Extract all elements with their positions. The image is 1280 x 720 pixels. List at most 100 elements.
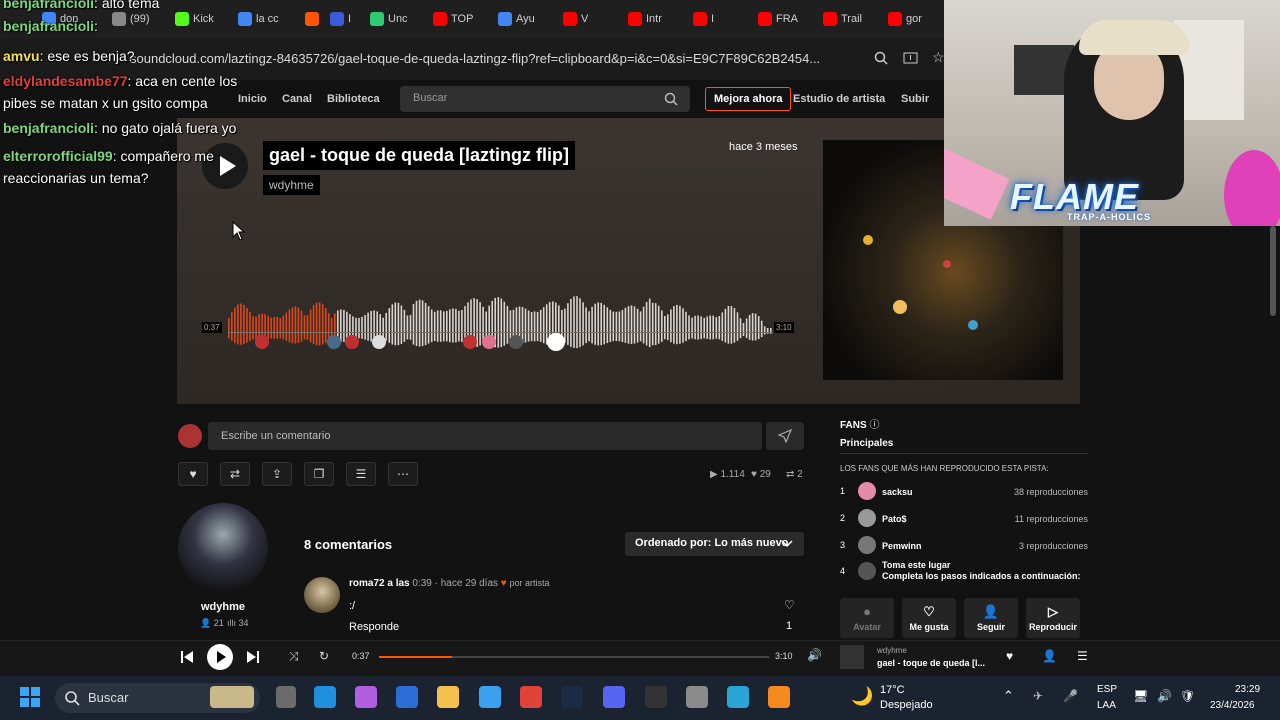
comment-user[interactable]: roma72 a las [349,578,410,589]
clock-date[interactable]: 23/4/2026 [1210,700,1255,711]
nav-artist-studio[interactable]: Estudio de artista [793,93,885,105]
previous-icon[interactable] [180,650,194,664]
shuffle-icon[interactable]: ⤨ [289,649,299,664]
browser-tab[interactable]: V [563,9,588,29]
waveform-comment-avatar[interactable] [327,335,341,349]
waveform-comment-marker[interactable] [547,333,565,351]
weather-text[interactable]: Despejado [880,699,933,711]
install-icon[interactable] [903,51,918,65]
comment-avatar[interactable] [304,577,340,613]
info-icon[interactable]: ⓘ [869,420,879,431]
artist-avatar[interactable] [178,503,268,593]
edge-icon[interactable] [314,686,336,708]
next-icon[interactable] [246,650,260,664]
clock-time[interactable]: 23:29 [1235,684,1260,695]
browser-tab[interactable]: la cc [238,9,279,29]
search-icon[interactable] [664,92,678,106]
discord-icon[interactable] [603,686,625,708]
player-follow-icon[interactable]: 👤 [1042,649,1057,663]
comment-like-icon[interactable]: ♡ [784,598,795,612]
player-artwork[interactable] [840,645,864,669]
more-button[interactable]: ⋯ [388,462,418,486]
shield-icon[interactable]: 🛡 [1180,689,1195,703]
browser-tab[interactable]: Trail [823,9,862,29]
avatar-button[interactable]: ● Avatar [840,598,894,638]
fans-tab-top[interactable]: Principales [840,438,893,449]
browser-tab[interactable]: I [330,9,351,29]
share-button[interactable]: ⇪ [262,462,292,486]
player-play-button[interactable] [207,644,233,670]
copy-link-button[interactable]: ❐ [304,462,334,486]
follow-button[interactable]: 👤 Seguir [964,598,1018,638]
upgrade-button[interactable]: Mejora ahora [705,87,792,111]
browser-tab[interactable]: I [693,9,714,29]
reply-button[interactable]: Responde [349,621,399,633]
nav-channel[interactable]: Canal [282,93,312,105]
player-like-icon[interactable]: ♥ [1006,649,1013,663]
file-explorer-icon[interactable] [276,686,296,708]
browser-tab[interactable]: TOP [433,9,473,29]
browser-tab[interactable]: Intr [628,9,662,29]
comment-input[interactable]: Escribe un comentario [208,422,762,450]
send-comment-button[interactable] [766,422,804,450]
language-2[interactable]: LAA [1097,700,1116,711]
browser-tab[interactable]: Unc [370,9,408,29]
browser-tab[interactable]: Kick [175,9,214,29]
browser-tab[interactable]: gor [888,9,922,29]
store-icon[interactable] [479,686,501,708]
scrollbar-thumb[interactable] [1270,226,1276,316]
chevron-up-icon[interactable]: ⌃ [1003,688,1014,704]
track-artist[interactable]: wdyhme [263,175,320,195]
volume-icon[interactable]: 🔊 [807,648,822,662]
fan-row[interactable]: 4 Toma este lugar Completa los pasos indic… [840,560,1088,584]
nav-upload[interactable]: Subir [901,93,929,105]
fan-play-button[interactable]: ▷ Reproducir [1026,598,1080,638]
url-text[interactable]: soundcloud.com/laztingz-84635726/gael-to… [130,51,860,66]
language-1[interactable]: ESP [1097,684,1117,695]
network-icon[interactable]: 🖥 [1133,689,1148,703]
waveform[interactable] [228,280,773,360]
player-title[interactable]: gael - toque de queda [l... [877,658,985,668]
nav-home[interactable]: Inicio [238,93,267,105]
widget-thumbnail[interactable] [210,686,254,708]
repost-button[interactable]: ⇄ [220,462,250,486]
add-to-playlist-button[interactable]: ☰ [346,462,376,486]
nav-library[interactable]: Biblioteca [327,93,380,105]
obs-icon[interactable] [645,686,667,708]
fl-studio-icon[interactable] [768,686,790,708]
zoom-icon[interactable] [874,51,888,65]
like-button[interactable]: ♥ [178,462,208,486]
artist-followers[interactable]: 👤 21 [200,618,224,629]
sort-dropdown[interactable]: Ordenado por: Lo más nuevo [625,532,804,556]
artist-tracks[interactable]: ıllı 34 [227,618,249,628]
browser-tab[interactable]: Ayu [498,9,535,29]
tray-icon[interactable]: ✈ [1033,689,1043,703]
waveform-comment-avatar[interactable] [463,335,477,349]
comment-timestamp[interactable]: 0:39 [412,578,431,589]
browser-tab[interactable] [305,9,323,29]
outlook-icon[interactable] [396,686,418,708]
folder-icon[interactable] [437,686,459,708]
volume-icon[interactable]: 🔊 [1157,689,1172,703]
fan-row[interactable]: 2 Pato$ 11 reproducciones [840,509,1088,531]
fan-like-button[interactable]: ♡ Me gusta [902,598,956,638]
ccleaner-icon[interactable] [727,686,749,708]
steam-icon[interactable] [561,686,583,708]
fan-row[interactable]: 1 sacksu 38 reproducciones [840,482,1088,504]
chrome-icon[interactable] [520,686,542,708]
microphone-icon[interactable]: 🎤 [1063,689,1078,703]
copilot-icon[interactable] [355,686,377,708]
waveform-comment-avatar[interactable] [509,335,523,349]
repeat-icon[interactable]: ↻ [319,649,329,663]
settings-icon[interactable] [686,686,708,708]
bookmark-star-icon[interactable]: ☆ [932,49,945,66]
weather-icon[interactable]: 🌙 [851,686,873,707]
waveform-comment-avatar[interactable] [482,335,496,349]
fan-row[interactable]: 3 Pemwinn 3 reproducciones [840,536,1088,558]
browser-tab[interactable]: FRA [758,9,798,29]
player-artist[interactable]: wdyhme [877,646,907,655]
windows-start-icon[interactable] [20,687,40,707]
waveform-comment-avatar[interactable] [345,335,359,349]
search-input[interactable]: Buscar [400,86,690,112]
queue-icon[interactable]: ☰ [1077,649,1088,663]
